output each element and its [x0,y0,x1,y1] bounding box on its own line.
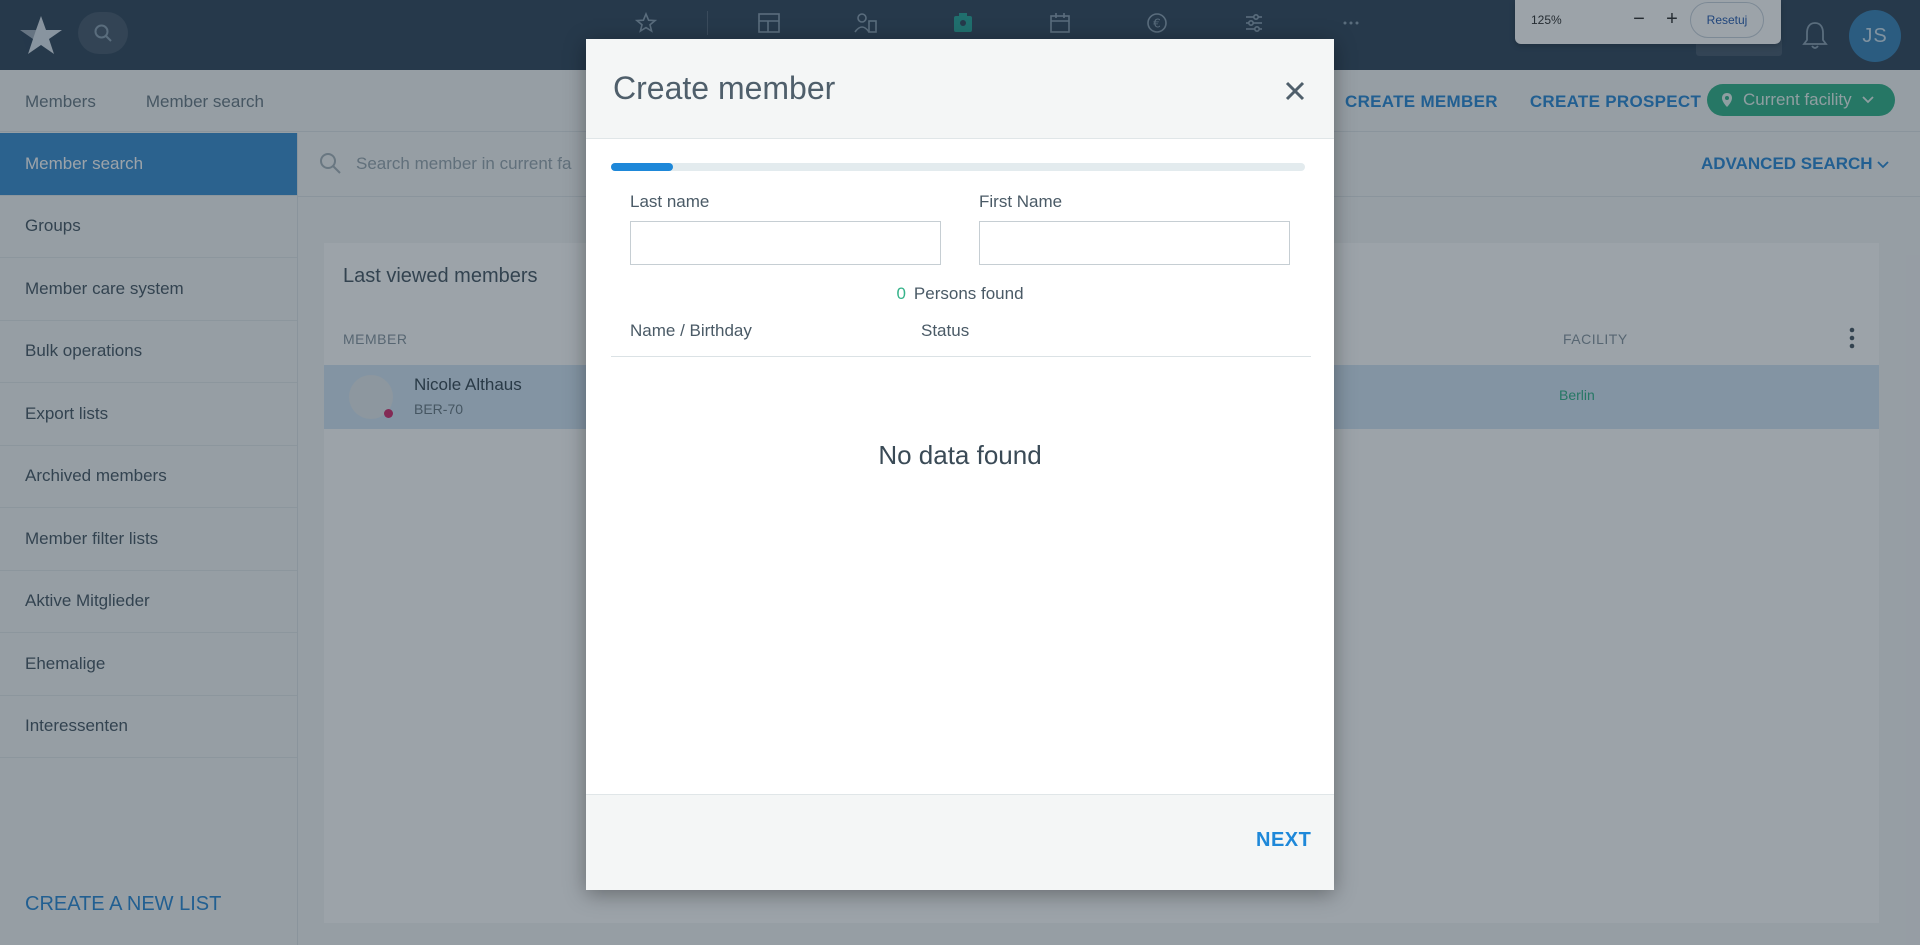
persons-found-label: Persons found [913,284,1024,303]
empty-state: No data found [878,440,1042,470]
last-name-label: Last name [630,192,710,211]
progress-fill [611,163,674,171]
create-member-dialog: Create member Last name First Name 0 Pers… [586,39,1334,890]
dialog-title: Create member [613,70,836,106]
first-name-input[interactable] [979,221,1290,265]
column-name-birthday: Name / Birthday [630,321,752,340]
column-status: Status [921,321,970,340]
first-name-label: First Name [979,192,1063,211]
progress-bar [611,163,1305,171]
last-name-input[interactable] [630,221,941,265]
next-button[interactable]: NEXT [1256,829,1311,852]
dialog-footer: NEXT [586,794,1334,890]
table-divider [611,356,1311,357]
persons-found-count: 0 [896,284,906,303]
close-icon[interactable] [1281,77,1309,105]
persons-found: 0 Persons found [586,284,1334,304]
dialog-header: Create member [586,39,1334,139]
